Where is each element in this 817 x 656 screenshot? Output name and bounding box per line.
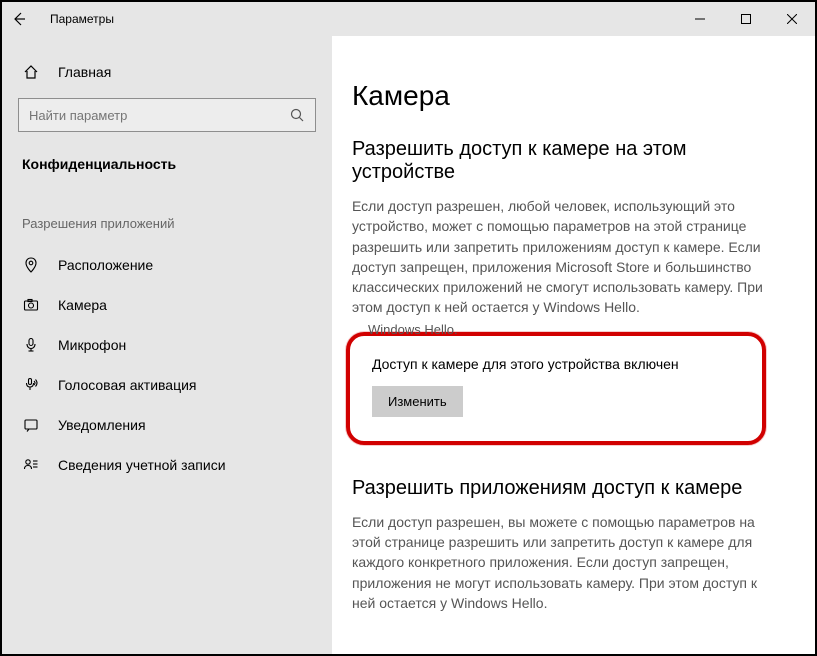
search-icon: [289, 107, 305, 123]
search-input[interactable]: [29, 108, 289, 123]
section2-title: Разрешить приложениям доступ к камере: [352, 477, 779, 500]
search-box[interactable]: [18, 98, 316, 132]
cutoff-text: Windows Hello.: [368, 322, 458, 337]
camera-icon: [22, 297, 40, 313]
sidebar-item-location[interactable]: Расположение: [2, 245, 332, 285]
sidebar-item-camera[interactable]: Камера: [2, 285, 332, 325]
close-icon: [787, 14, 797, 24]
back-button[interactable]: [2, 2, 36, 36]
camera-access-status: Доступ к камере для этого устройства вкл…: [372, 356, 740, 372]
section-label: Конфиденциальность: [2, 152, 332, 198]
body: Главная Конфиденциальность Разрешения пр…: [2, 36, 815, 654]
sidebar-item-account-info[interactable]: Сведения учетной записи: [2, 445, 332, 485]
sidebar-item-voice-activation[interactable]: Голосовая активация: [2, 365, 332, 405]
arrow-left-icon: [11, 11, 27, 27]
search-wrap: [2, 98, 332, 152]
sidebar-item-notifications[interactable]: Уведомления: [2, 405, 332, 445]
section1-title: Разрешить доступ к камере на этом устрой…: [352, 138, 779, 184]
home-nav[interactable]: Главная: [2, 64, 332, 98]
voice-icon: [22, 377, 40, 393]
close-button[interactable]: [769, 2, 815, 36]
microphone-icon: [22, 337, 40, 353]
maximize-icon: [741, 14, 751, 24]
titlebar: Параметры: [2, 2, 815, 36]
home-label: Главная: [58, 64, 111, 80]
highlight-box: Windows Hello. Доступ к камере для этого…: [346, 332, 766, 445]
section2-body: Если доступ разрешен, вы можете с помощь…: [352, 512, 772, 613]
sidebar-item-label: Сведения учетной записи: [58, 457, 226, 473]
change-button[interactable]: Изменить: [372, 386, 463, 417]
content: Камера Разрешить доступ к камере на этом…: [332, 36, 815, 654]
location-icon: [22, 257, 40, 273]
section1-body: Если доступ разрешен, любой человек, исп…: [352, 196, 772, 318]
page-title: Камера: [352, 80, 779, 112]
minimize-icon: [695, 14, 705, 24]
sidebar-item-label: Уведомления: [58, 417, 146, 433]
minimize-button[interactable]: [677, 2, 723, 36]
sidebar-item-label: Камера: [58, 297, 107, 313]
sidebar-item-microphone[interactable]: Микрофон: [2, 325, 332, 365]
settings-window: Параметры Главная Конфиденциальность Раз…: [0, 0, 817, 656]
home-icon: [22, 64, 40, 80]
maximize-button[interactable]: [723, 2, 769, 36]
sidebar-item-label: Микрофон: [58, 337, 126, 353]
sidebar-item-label: Расположение: [58, 257, 153, 273]
sidebar-item-label: Голосовая активация: [58, 377, 197, 393]
sidebar: Главная Конфиденциальность Разрешения пр…: [2, 36, 332, 654]
account-info-icon: [22, 457, 40, 473]
caption-buttons: [677, 2, 815, 36]
app-title: Параметры: [50, 12, 114, 26]
group-label: Разрешения приложений: [2, 198, 332, 245]
notifications-icon: [22, 417, 40, 433]
